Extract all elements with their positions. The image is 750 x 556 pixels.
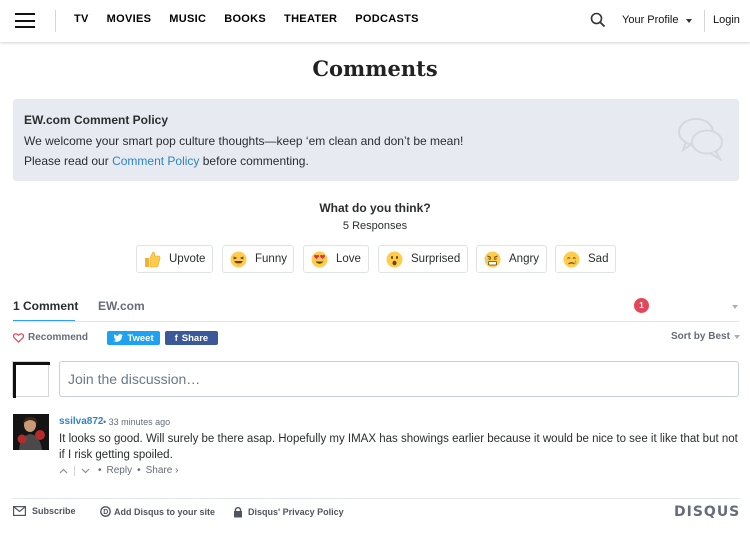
search-icon[interactable] <box>590 12 606 28</box>
nav-divider <box>55 10 56 32</box>
add-disqus-label: Add Disqus to your site <box>114 506 216 517</box>
nav-link-music[interactable]: MUSIC <box>169 13 206 25</box>
disqus-d-icon: D <box>100 506 111 517</box>
top-nav: TV MOVIES MUSIC BOOKS THEATER PODCASTS Y… <box>0 0 750 42</box>
reaction-surprised[interactable]: Surprised <box>378 245 468 273</box>
tab-ew-com[interactable]: EW.com <box>98 299 145 313</box>
policy-text: We welcome your smart pop culture though… <box>24 134 464 148</box>
reaction-upvote[interactable]: Upvote <box>136 245 213 273</box>
privacy-policy-link[interactable]: Disqus' Privacy Policy <box>233 506 344 518</box>
comment-policy-box: EW.com Comment Policy We welcome your sm… <box>13 99 739 181</box>
nav-divider <box>704 10 705 32</box>
share-label: Share <box>181 332 209 344</box>
comment-body: It looks so good. Will surely be there a… <box>59 433 738 461</box>
tweet-label: Tweet <box>127 332 154 344</box>
lock-icon <box>234 506 242 518</box>
your-profile-menu[interactable]: Your Profile <box>622 14 678 26</box>
nav-link-books[interactable]: BOOKS <box>224 13 266 25</box>
add-disqus-link[interactable]: D Add Disqus to your site <box>100 506 215 517</box>
recommend-label: Recommend <box>28 332 89 343</box>
nav-links: TV MOVIES MUSIC BOOKS THEATER PODCASTS <box>74 13 419 25</box>
commenter-avatar[interactable] <box>13 414 49 450</box>
tab-comments[interactable]: 1 Comment <box>13 299 78 313</box>
privacy-label: Disqus' Privacy Policy <box>248 507 344 517</box>
page-title: Comments <box>312 56 438 81</box>
tweet-button[interactable]: Tweet <box>107 331 160 345</box>
upvote-icon[interactable] <box>59 468 68 474</box>
envelope-icon <box>13 506 26 516</box>
login-link[interactable]: Login <box>713 14 740 26</box>
reactions-prompt: What do you think? <box>319 201 431 215</box>
reaction-label: Sad <box>588 253 609 265</box>
comment-policy-link[interactable]: Comment Policy <box>112 154 199 168</box>
nav-link-theater[interactable]: THEATER <box>284 13 337 25</box>
policy-title: EW.com Comment Policy <box>24 113 169 127</box>
laughing-face-icon <box>230 251 247 267</box>
facebook-icon: f <box>174 333 178 343</box>
reaction-label: Surprised <box>411 253 461 265</box>
sad-face-icon <box>563 251 580 267</box>
heart-icon <box>13 332 24 343</box>
reaction-label: Funny <box>255 253 287 265</box>
user-avatar <box>12 361 50 398</box>
menu-icon[interactable] <box>15 13 35 28</box>
angry-face-icon <box>484 251 501 267</box>
reaction-label: Upvote <box>169 253 206 265</box>
disqus-logo[interactable]: DISQUS <box>674 504 740 520</box>
surprised-face-icon <box>386 251 403 267</box>
comment-timestamp[interactable]: • 33 minutes ago <box>103 417 170 427</box>
separator-dot: • <box>98 465 102 476</box>
responses-count: 5 Responses <box>342 220 408 232</box>
reaction-angry[interactable]: Angry <box>476 245 547 273</box>
recommend-button[interactable]: Recommend <box>13 332 88 343</box>
separator-dot: • <box>137 465 141 476</box>
reply-link[interactable]: Reply <box>107 465 133 476</box>
caret-down-icon[interactable] <box>732 305 738 309</box>
reaction-label: Love <box>336 253 361 265</box>
policy-suffix: before commenting. <box>199 154 309 168</box>
nav-link-movies[interactable]: MOVIES <box>107 13 152 25</box>
reaction-label: Angry <box>509 253 540 265</box>
tab-divider <box>13 321 739 322</box>
policy-read-text: Please read our Comment Policy before co… <box>24 154 309 168</box>
downvote-icon[interactable] <box>81 468 90 474</box>
comment-actions: • Reply • Share › <box>59 465 178 476</box>
svg-text:D: D <box>103 509 108 516</box>
policy-prefix: Please read our <box>24 154 113 168</box>
reaction-sad[interactable]: Sad <box>555 245 616 273</box>
nav-link-tv[interactable]: TV <box>74 13 89 25</box>
subscribe-label: Subscribe <box>32 506 76 516</box>
reaction-love[interactable]: Love <box>303 245 369 273</box>
share-link[interactable]: Share › <box>146 465 179 476</box>
caret-down-icon[interactable] <box>686 19 692 23</box>
speech-bubbles-icon <box>678 118 723 161</box>
sort-dropdown[interactable]: Sort by Best <box>671 331 730 342</box>
divider <box>74 465 75 476</box>
avatar-image <box>13 414 49 450</box>
subscribe-link[interactable]: Subscribe <box>13 506 76 516</box>
join-discussion-input[interactable] <box>59 361 739 397</box>
comment-author[interactable]: ssilva872 <box>59 416 104 427</box>
facebook-share-button[interactable]: f Share <box>165 331 218 345</box>
twitter-bird-icon <box>113 334 124 342</box>
nav-link-podcasts[interactable]: PODCASTS <box>355 13 419 25</box>
reaction-funny[interactable]: Funny <box>222 245 294 273</box>
notification-badge[interactable]: 1 <box>634 298 649 313</box>
footer-divider <box>13 498 739 499</box>
thumbs-up-icon <box>145 251 161 267</box>
caret-down-icon[interactable] <box>734 335 740 339</box>
heart-eyes-face-icon <box>311 251 328 267</box>
